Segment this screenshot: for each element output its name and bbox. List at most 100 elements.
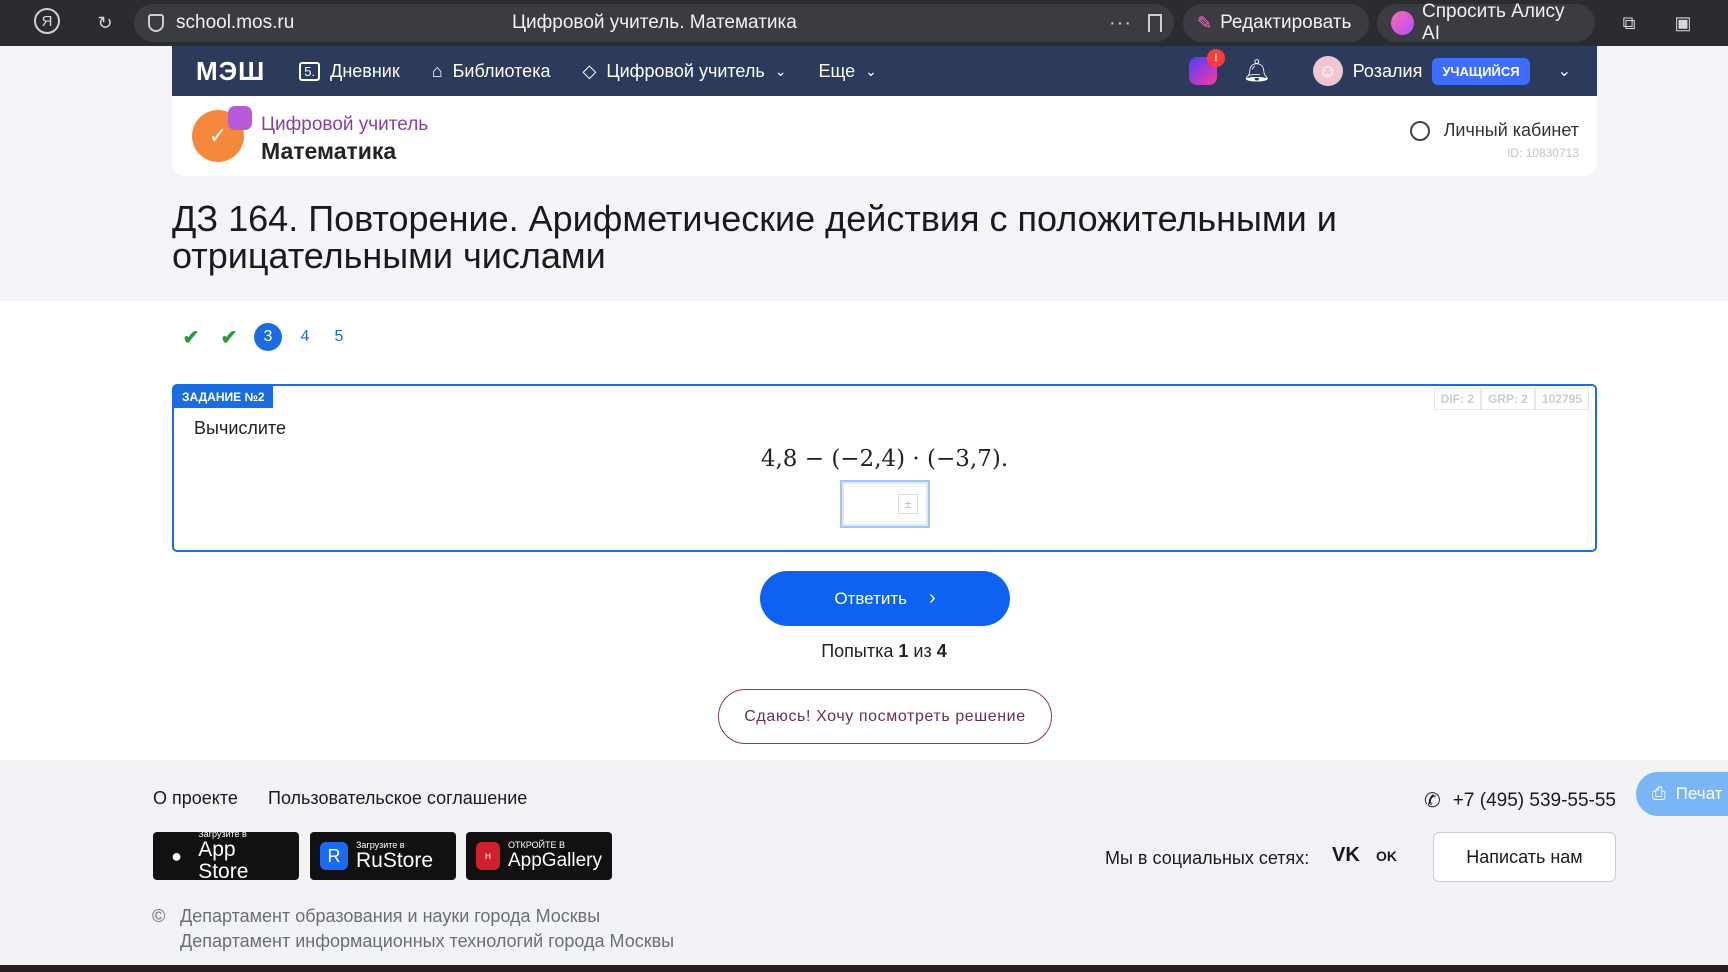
bell-icon[interactable]: 🔔︎ <box>1243 58 1271 84</box>
task-steps: ✔ ✔ 3 4 5 <box>172 323 356 351</box>
user-name[interactable]: Розалия <box>1353 61 1423 82</box>
nav-more[interactable]: Еще ⌄ <box>818 61 876 82</box>
product-subtitle: Цифровой учитель <box>261 114 429 135</box>
chart-icon <box>228 106 252 130</box>
store-big: AppGallery <box>508 850 602 871</box>
give-up-button[interactable]: Сдаюсь! Хочу посмотреть решение <box>718 689 1052 744</box>
notification-badge: ! <box>1206 49 1225 67</box>
tab-title: Цифровой учитель. Математика <box>512 12 797 33</box>
attempt-prefix: Попытка <box>821 641 899 661</box>
edit-button[interactable]: ✎ Редактировать <box>1183 4 1369 42</box>
nav-library[interactable]: ⌂ Библиотека <box>432 61 551 82</box>
page-title: ДЗ 164. Повторение. Арифметические дейст… <box>172 198 1337 276</box>
main-content: ✔ ✔ 3 4 5 ЗАДАНИЕ №2 DIF: 2 GRP: 2 10279… <box>0 301 1728 760</box>
user-id: ID: 10830713 <box>1506 146 1579 160</box>
nav-library-label: Библиотека <box>452 60 551 81</box>
personal-cabinet-link[interactable]: Личный кабинет <box>1409 120 1579 141</box>
copyright: © Департамент образования и науки города… <box>152 904 674 954</box>
phone-number: +7 (495) 539-55-55 <box>1452 789 1616 811</box>
extensions-icon[interactable]: ⧉ <box>1614 8 1644 38</box>
chevron-right-icon: › <box>929 587 936 609</box>
attempt-counter: Попытка 1 из 4 <box>0 641 1728 662</box>
product-header: ✓ Цифровой учитель Математика Личный каб… <box>172 96 1597 176</box>
cabinet-label: Личный кабинет <box>1443 120 1579 140</box>
printer-icon: ⎙ <box>1652 784 1666 803</box>
bottom-strip <box>0 965 1728 972</box>
appgallery-button[interactable]: H ОТКРОЙТЕ В AppGallery <box>466 832 612 880</box>
about-link[interactable]: О проекте <box>153 788 238 809</box>
digital-teacher-logo[interactable]: ✓ <box>192 106 252 162</box>
step-2-done[interactable]: ✔ <box>210 325 248 350</box>
task-instruction: Вычислите <box>194 418 286 438</box>
ai-assistant-icon[interactable]: ! <box>1188 49 1225 85</box>
reload-icon[interactable]: ↻ <box>90 8 120 38</box>
phone-contact[interactable]: ✆ +7 (495) 539-55-55 <box>1424 788 1616 813</box>
browser-toolbar: Я ↻ school.mos.ru Цифровой учитель. Мате… <box>0 0 1728 46</box>
copyright-icon: © <box>152 906 166 926</box>
role-badge: УЧАЩИЙСЯ <box>1432 57 1530 85</box>
sidebar-icon[interactable]: ▣ <box>1668 8 1698 38</box>
ok-icon[interactable]: OK <box>1376 848 1397 864</box>
step-3-active[interactable]: 3 <box>254 323 282 351</box>
meta-id: 102795 <box>1534 388 1589 410</box>
huawei-icon: H <box>476 842 500 870</box>
alice-label: Спросить Алису AI <box>1422 1 1565 44</box>
social-label: Мы в социальных сетях: <box>1105 848 1310 868</box>
pen-icon: ✎ <box>1197 12 1213 33</box>
yandex-icon[interactable]: Я <box>34 8 60 34</box>
step-1-done[interactable]: ✔ <box>172 325 210 350</box>
store-big: RuStore <box>356 849 434 872</box>
bookmark-icon[interactable] <box>1148 14 1162 32</box>
chevron-down-icon[interactable]: ⌄ <box>1558 61 1571 81</box>
submit-answer-button[interactable]: Ответить › <box>760 571 1010 626</box>
app-store-button[interactable]: ● Загрузите в App Store <box>153 829 299 883</box>
chevron-down-icon: ⌄ <box>774 62 787 79</box>
meta-grp: GRP: 2 <box>1480 388 1535 410</box>
submit-label: Ответить <box>834 588 907 608</box>
app-navbar: МЭШ 5. Дневник ⌂ Библиотека ◇ Цифровой у… <box>172 46 1597 96</box>
phone-icon: ✆ <box>1424 790 1441 812</box>
store-small: ОТКРОЙТЕ В <box>508 840 566 850</box>
write-us-button[interactable]: Написать нам <box>1433 832 1616 882</box>
attempt-total: 4 <box>936 641 947 661</box>
rustore-icon: R <box>320 842 348 870</box>
footer: О проекте Пользовательское соглашение ● … <box>0 760 1728 965</box>
cube-icon: ◇ <box>582 60 597 81</box>
task-meta: DIF: 2 GRP: 2 102795 <box>1433 388 1589 410</box>
more-icon[interactable]: ··· <box>1109 12 1132 35</box>
product-title: Математика <box>261 138 397 164</box>
nav-diary-label: Дневник <box>330 60 400 81</box>
edit-label: Редактировать <box>1220 12 1352 33</box>
avatar[interactable]: ☺ <box>1312 56 1343 86</box>
task-formula: 4,8 − (−2,4) · (−3,7). <box>760 446 1009 472</box>
vk-icon[interactable]: VK <box>1332 844 1360 867</box>
answer-input[interactable]: ± <box>840 480 930 528</box>
rustore-button[interactable]: R Загрузите в RuStore <box>310 832 456 880</box>
url-text: school.mos.ru <box>176 12 295 33</box>
user-icon <box>1409 120 1430 141</box>
print-button[interactable]: ⎙ Печат <box>1636 772 1728 816</box>
nav-more-label: Еще <box>818 60 856 81</box>
attempt-middle: из <box>908 641 937 661</box>
step-4[interactable]: 4 <box>288 328 322 346</box>
task-card: ЗАДАНИЕ №2 DIF: 2 GRP: 2 102795 Вычислит… <box>172 384 1597 552</box>
meta-dif: DIF: 2 <box>1433 388 1481 410</box>
user-agreement-link[interactable]: Пользовательское соглашение <box>268 788 527 809</box>
ask-alice-button[interactable]: Спросить Алису AI <box>1377 1 1595 44</box>
nav-digital-teacher[interactable]: ◇ Цифровой учитель ⌄ <box>582 61 786 82</box>
address-bar[interactable]: school.mos.ru Цифровой учитель. Математи… <box>134 4 1174 42</box>
shield-icon <box>148 14 164 32</box>
nav-diary[interactable]: 5. Дневник <box>299 60 400 82</box>
copyright-line: Департамент информационных технологий го… <box>180 931 675 951</box>
step-5[interactable]: 5 <box>322 328 356 346</box>
chevron-down-icon: ⌄ <box>865 62 877 79</box>
apple-icon: ● <box>171 845 183 866</box>
task-label: ЗАДАНИЕ №2 <box>174 386 273 408</box>
store-big: App Store <box>198 838 249 883</box>
mesh-logo[interactable]: МЭШ <box>196 56 265 87</box>
nav-digital-teacher-label: Цифровой учитель <box>606 60 765 81</box>
keyboard-icon[interactable]: ± <box>898 494 918 514</box>
attempt-current: 1 <box>898 641 909 661</box>
diary-icon: 5. <box>299 61 321 81</box>
alice-icon <box>1391 11 1415 35</box>
